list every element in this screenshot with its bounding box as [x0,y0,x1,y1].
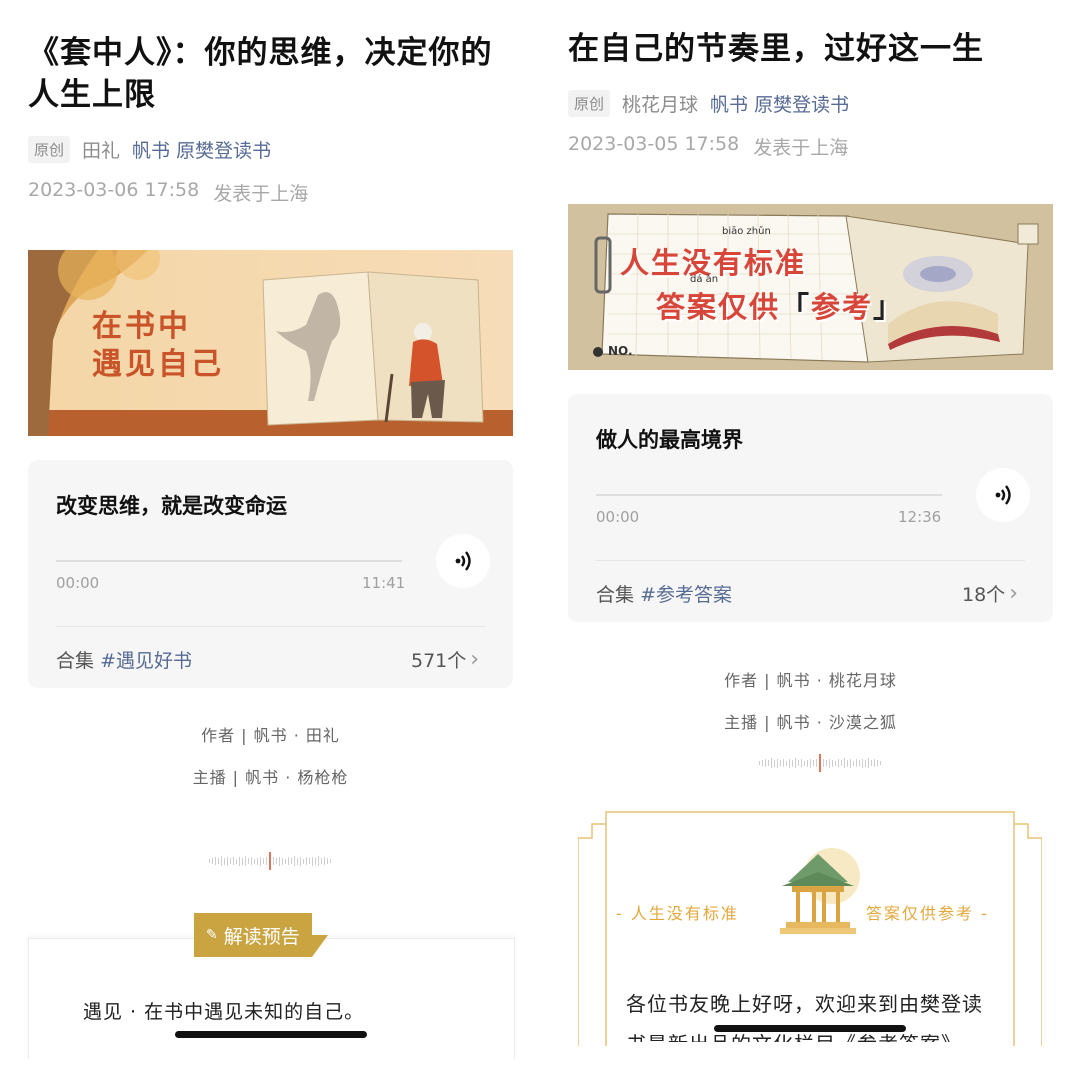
right-home-indicator[interactable] [714,1025,906,1032]
banner-text-line-1: 在书中 [92,309,191,344]
right-article-title: 在自己的节奏里，过好这一生 [568,31,984,67]
left-banner-image: 在书中 遇见自己 [28,250,513,436]
left-date: 2023-03-06 17:58 [28,179,200,201]
right-collection[interactable]: 合集 #参考答案 [596,580,732,607]
collection-count: 18个 [962,584,1006,606]
right-audio-progress-bar[interactable] [596,494,942,496]
frame-right-text: 答案仅供参考 - [866,904,989,923]
right-audio-title: 做人的最高境界 [596,428,743,452]
left-audio-card[interactable]: 改变思维，就是改变命运 00:00 11:41 合集 #遇见好书 571个 › [28,460,513,688]
banner-line-2b: 参考 [811,290,874,324]
audio-wave-icon [455,551,471,571]
right-audio-play-button[interactable] [976,468,1030,522]
pinyin-daan: dá àn [690,274,719,285]
pinyin-biaozhun: biāo zhǔn [722,226,771,237]
right-card-divider [596,560,1025,561]
collection-tag[interactable]: #遇见好书 [100,650,192,672]
preview-tag-label: 解读预告 [223,925,300,948]
right-date: 2023-03-05 17:58 [568,133,740,155]
left-audio-current-time: 00:00 [56,574,100,592]
right-credit-host: 主播 | 帆书 · 沙漠之狐 [724,713,897,732]
left-home-indicator[interactable] [175,1031,367,1038]
right-author: 桃花月球 [622,94,699,116]
collection-label: 合集 [596,584,635,606]
banner-text-line-2: 遇见自己 [92,347,224,382]
right-audio-duration: 12:36 [898,508,942,526]
left-article-title: 《套中人》：你的思维，决定你的人生上限 [28,35,493,113]
right-collection-count[interactable]: 18个 › [962,580,1018,607]
audio-wave-icon [995,485,1011,505]
left-meta-row: 原创 田礼 帆书 原樊登读书 [28,136,271,163]
chevron-right-icon: › [1009,581,1018,606]
banner-line-2a: 答案仅供 [656,290,781,324]
preview-tag-fold [311,935,328,957]
banner-no: NO. [608,344,633,358]
right-location: 发表于上海 [753,137,849,159]
collection-tag[interactable]: #参考答案 [640,584,732,606]
left-audio-play-button[interactable] [436,534,490,588]
chevron-right-icon: › [470,647,480,672]
right-wave-divider [740,752,900,774]
left-credit-author: 作者 | 帆书 · 田礼 [201,726,340,745]
right-body-text-1: 各位书友晚上好呀，欢迎来到由樊登读 [626,992,983,1016]
right-banner-image: 人生没有标准 答案仅供 「 参考 」 biāo zhǔn dá àn NO. [568,204,1053,370]
bottom-mask [570,1046,1050,1080]
right-credit-author: 作者 | 帆书 · 桃花月球 [724,671,897,690]
right-banner-line-2: 答案仅供 「 参考 」 [656,284,904,326]
left-date-row: 2023-03-06 17:58 发表于上海 [28,179,308,206]
left-collection[interactable]: 合集 #遇见好书 [56,646,192,673]
left-location: 发表于上海 [213,183,309,205]
pencil-icon: ✎ [206,927,218,943]
left-author: 田礼 [82,140,121,162]
frame-left-text: - 人生没有标准 [616,904,739,923]
preview-tag-box: ✎ 解读预告 [194,913,312,957]
collection-label: 合集 [56,650,95,672]
right-account-link[interactable]: 帆书 原樊登读书 [710,90,849,117]
bracket-close: 」 [873,290,905,324]
left-audio-title: 改变思维，就是改变命运 [56,494,287,518]
right-audio-card[interactable]: 做人的最高境界 00:00 12:36 合集 #参考答案 18个 › [568,394,1053,622]
bracket-open: 「 [780,290,812,324]
left-wave-divider [190,850,350,872]
pavilion-icon [780,848,860,934]
left-body-text: 遇见 · 在书中遇见未知的自己。 [83,1001,365,1023]
right-meta-row: 原创 桃花月球 帆书 原樊登读书 [568,90,849,117]
collection-count: 571个 [411,650,467,672]
left-collection-count[interactable]: 571个 › [411,646,479,673]
right-frame-section: - 人生没有标准 答案仅供参考 - 各位书友晚上好呀，欢迎来到由樊登读 书最新出… [578,810,1042,1050]
left-audio-progress-bar[interactable] [56,560,402,562]
original-badge: 原创 [568,90,611,117]
left-audio-duration: 11:41 [362,574,406,592]
original-badge: 原创 [28,136,71,163]
left-card-divider [56,626,485,627]
right-audio-current-time: 00:00 [596,508,640,526]
left-preview-tag: ✎ 解读预告 [194,913,328,957]
right-date-row: 2023-03-05 17:58 发表于上海 [568,133,848,160]
left-credit-host: 主播 | 帆书 · 杨枪枪 [192,768,349,787]
left-account-link[interactable]: 帆书 原樊登读书 [132,136,271,163]
left-banner-text: 在书中 遇见自己 [92,308,224,384]
